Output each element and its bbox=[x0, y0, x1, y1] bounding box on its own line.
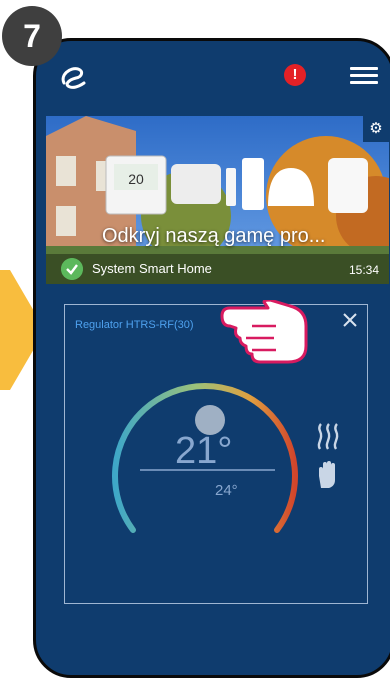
check-circle-icon bbox=[61, 258, 83, 280]
banner-title: Odkryj naszą gamę pro... bbox=[102, 225, 326, 247]
set-temperature: 24° bbox=[215, 482, 238, 499]
phone-screen: ! 20 ⚙ Odkryj naszą gamę pro... System S… bbox=[33, 38, 390, 678]
pointing-hand-icon bbox=[220, 300, 308, 364]
salus-logo-icon[interactable] bbox=[58, 61, 88, 91]
current-temperature: 21° bbox=[175, 430, 233, 472]
app-bar: ! bbox=[36, 41, 390, 111]
hamburger-menu-icon[interactable] bbox=[350, 67, 378, 85]
heating-icon bbox=[317, 423, 339, 450]
promo-banner[interactable]: 20 ⚙ Odkryj naszą gamę pro... System Sma… bbox=[46, 116, 389, 284]
manual-hand-icon bbox=[319, 461, 335, 488]
banner-footer: System Smart Home 15:34 bbox=[46, 254, 389, 284]
banner-time: 15:34 bbox=[348, 263, 379, 277]
svg-text:20: 20 bbox=[128, 171, 144, 187]
banner-subtitle: System Smart Home bbox=[92, 261, 212, 276]
banner-gear-icon[interactable]: ⚙ bbox=[363, 116, 389, 142]
step-number-badge: 7 bbox=[2, 6, 62, 66]
alert-icon[interactable]: ! bbox=[284, 64, 306, 86]
regulator-card[interactable]: Regulator HTRS-RF(30) 21° 24° bbox=[64, 304, 368, 604]
